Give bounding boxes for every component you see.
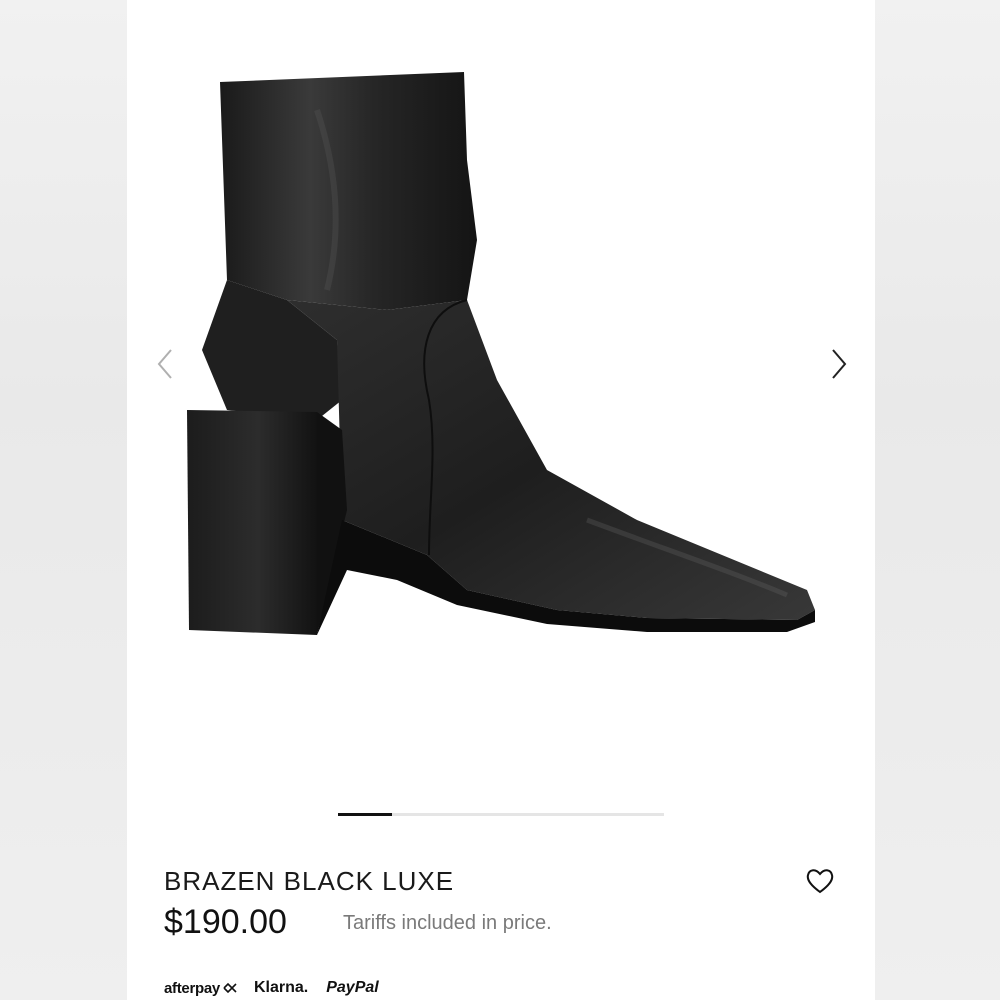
gallery-progress-track [338, 813, 664, 816]
afterpay-logo: afterpay [164, 980, 238, 997]
product-title: BRAZEN BLACK LUXE [164, 866, 455, 896]
chevron-left-icon[interactable] [145, 340, 185, 388]
paypal-logo: PayPal [326, 979, 379, 996]
chevron-right-icon[interactable] [819, 340, 859, 388]
tariff-note: Tariffs included in price. [343, 912, 552, 934]
product-page: BRAZEN BLACK LUXE $190.00 Tariffs includ… [127, 0, 875, 1000]
payment-options: afterpay Klarna. PayPal [164, 977, 379, 999]
afterpay-label: afterpay [164, 979, 220, 997]
product-gallery[interactable] [127, 0, 875, 790]
left-background [0, 0, 127, 1000]
right-background [875, 0, 1000, 1000]
heart-outline-icon[interactable] [805, 867, 835, 895]
gallery-progress-fill [338, 813, 393, 816]
product-price: $190.00 [164, 903, 287, 941]
afterpay-loop-icon [223, 982, 237, 994]
klarna-logo: Klarna. [253, 979, 309, 996]
product-image [187, 72, 815, 635]
